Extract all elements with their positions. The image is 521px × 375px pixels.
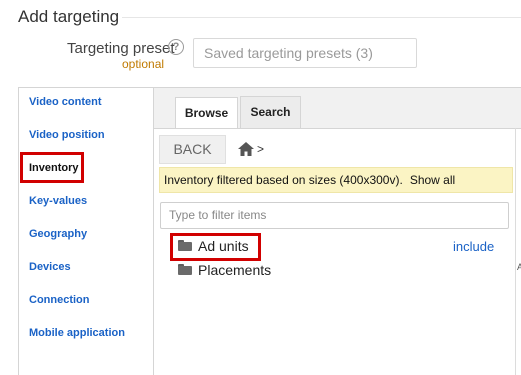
folder-icon [178, 263, 192, 275]
column-divider [515, 128, 516, 375]
sidebar-item-video-position[interactable]: Video position [29, 129, 105, 141]
help-icon[interactable]: ? [168, 39, 184, 55]
tab-search[interactable]: Search [240, 96, 301, 128]
sidebar-item-mobile-application[interactable]: Mobile application [29, 327, 125, 339]
sidebar-item-geography[interactable]: Geography [29, 228, 87, 240]
tree-item-label: Placements [198, 262, 272, 278]
sidebar-item-connection[interactable]: Connection [29, 294, 90, 306]
breadcrumb-separator: > [257, 142, 265, 156]
targeting-preset-label: Targeting preset [67, 40, 175, 57]
sidebar-item-key-values[interactable]: Key-values [29, 195, 87, 207]
highlight-box-inventory [20, 152, 84, 183]
filter-items-input[interactable]: Type to filter items [160, 202, 509, 229]
highlight-box-ad-units [170, 233, 261, 261]
filter-info-bar: Inventory filtered based on sizes (400x3… [159, 167, 513, 193]
home-icon[interactable] [238, 142, 254, 156]
sidebar-item-video-content[interactable]: Video content [29, 96, 102, 108]
filter-info-text: Inventory filtered based on sizes (400x3… [164, 173, 403, 187]
tree-item-placements[interactable]: Placements [178, 262, 271, 280]
targeting-page: Add targeting Targeting preset optional … [0, 0, 521, 375]
section-title: Add targeting [18, 7, 120, 26]
back-button[interactable]: BACK [159, 135, 226, 164]
clipped-edge-text: A [517, 262, 521, 272]
sidebar-item-devices[interactable]: Devices [29, 261, 71, 273]
tab-browse[interactable]: Browse [175, 97, 238, 129]
optional-label: optional [122, 57, 165, 71]
title-divider [122, 17, 521, 18]
targeting-preset-select[interactable]: Saved targeting presets (3) [193, 38, 417, 68]
show-all-link[interactable]: Show all [410, 173, 455, 187]
include-link[interactable]: include [453, 239, 494, 254]
